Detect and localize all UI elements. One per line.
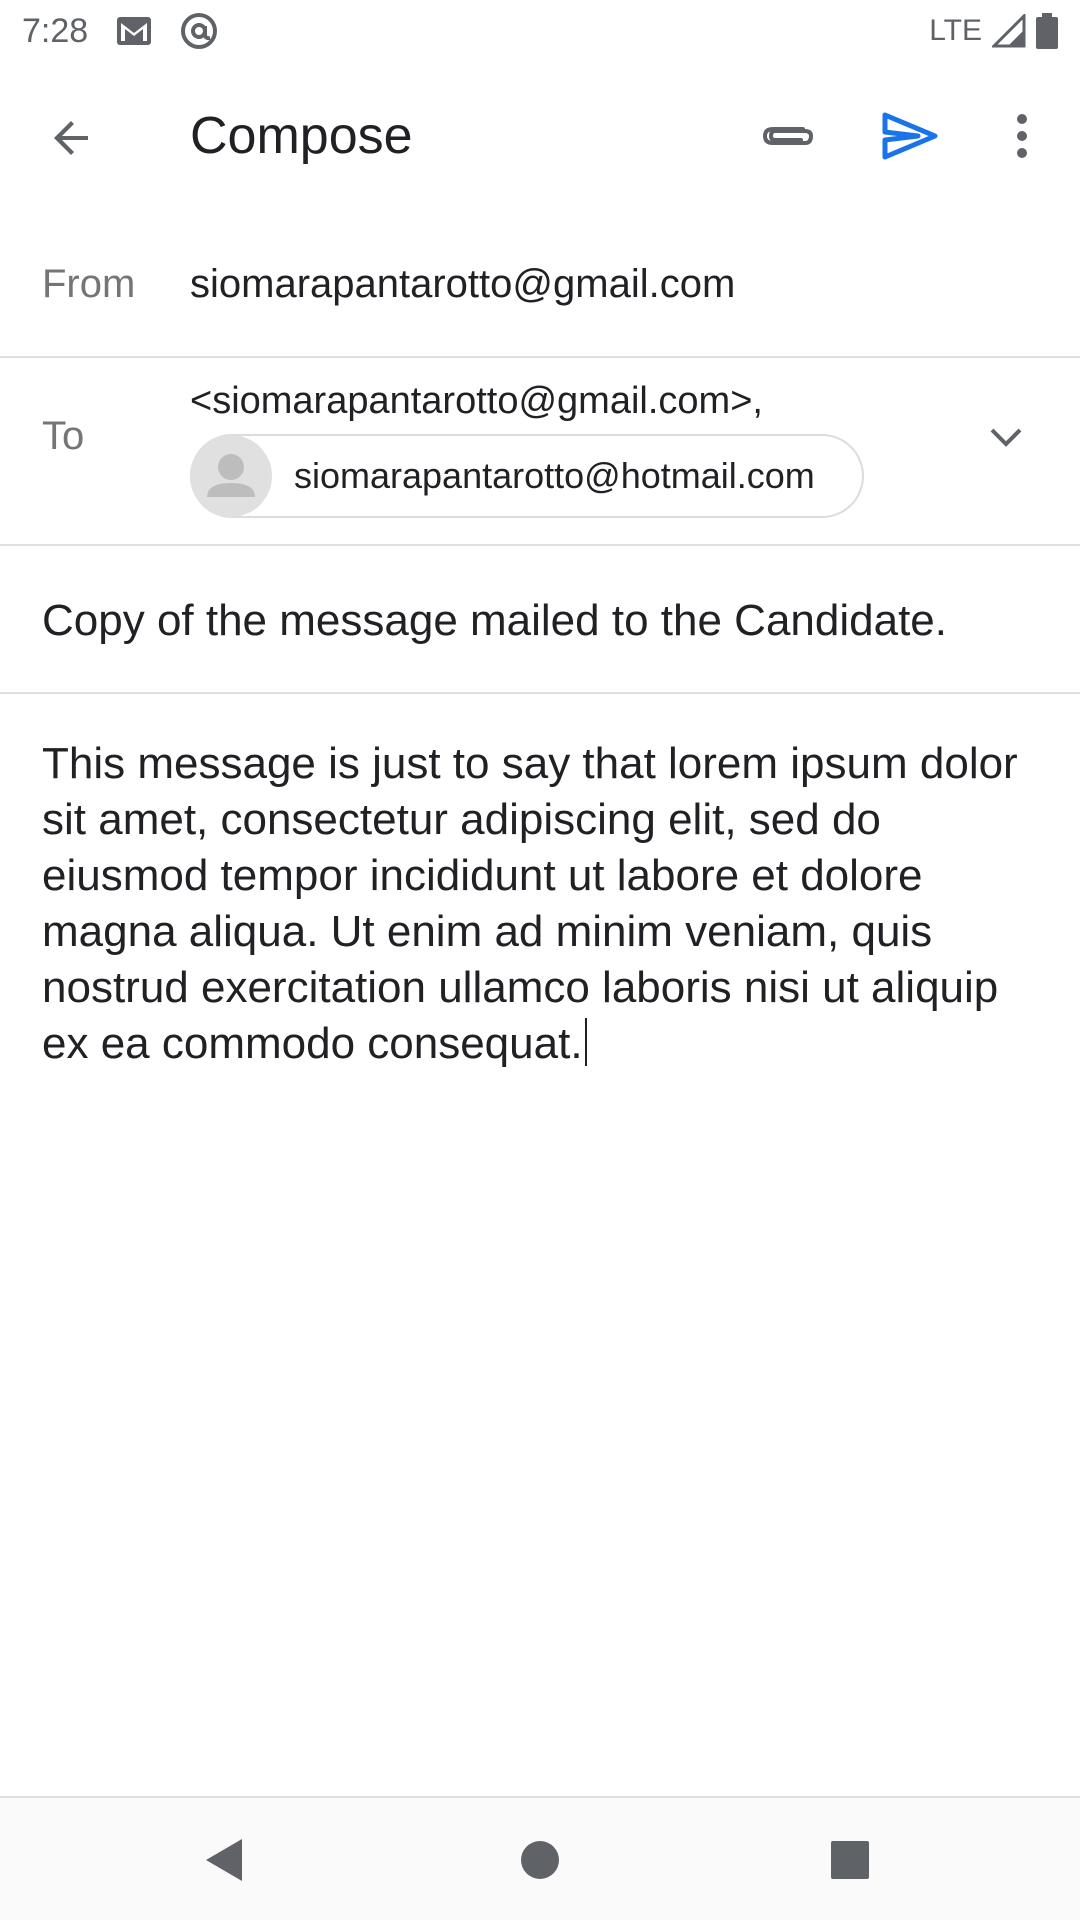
to-row[interactable]: To <siomarapantarotto@gmail.com>, siomar… — [0, 358, 1080, 546]
app-bar: Compose — [0, 62, 1080, 212]
signal-icon — [992, 14, 1026, 48]
back-arrow-icon — [54, 121, 88, 155]
chevron-down-icon — [990, 428, 1022, 447]
page-title: Compose — [190, 107, 413, 165]
expand-recipients-button[interactable] — [976, 408, 1036, 468]
body-text: This message is just to say that lorem i… — [42, 739, 1018, 1068]
from-label: From — [42, 262, 136, 306]
avatar — [190, 435, 272, 517]
send-icon — [882, 112, 938, 160]
network-label: LTE — [929, 14, 982, 47]
status-time: 7:28 — [22, 11, 89, 50]
person-icon — [207, 454, 255, 497]
nav-home-icon — [521, 1841, 559, 1879]
send-button[interactable] — [874, 100, 946, 172]
back-button[interactable] — [36, 102, 108, 174]
gmail-icon — [116, 16, 152, 46]
to-recipient-text[interactable]: <siomarapantarotto@gmail.com>, — [190, 380, 763, 423]
subject-row[interactable]: Copy of the message mailed to the Candid… — [0, 546, 1080, 694]
status-left: 7:28 — [22, 12, 218, 51]
more-options-button[interactable] — [986, 100, 1058, 172]
navigation-bar — [0, 1796, 1080, 1920]
text-cursor — [584, 1018, 587, 1066]
nav-back-button[interactable] — [190, 1826, 258, 1894]
nav-home-button[interactable] — [506, 1826, 574, 1894]
recipient-chip[interactable]: siomarapantarotto@hotmail.com — [190, 434, 864, 518]
nav-recents-button[interactable] — [816, 1826, 884, 1894]
body-field[interactable]: This message is just to say that lorem i… — [42, 736, 1052, 1072]
to-label: To — [42, 414, 85, 458]
more-vert-icon — [1017, 114, 1027, 158]
status-right: LTE — [929, 13, 1058, 49]
status-bar: 7:28 LTE — [0, 0, 1080, 62]
from-value[interactable]: siomarapantarotto@gmail.com — [190, 262, 735, 307]
nav-recents-icon — [831, 1841, 869, 1879]
at-sign-icon — [180, 12, 218, 50]
paperclip-icon — [762, 127, 814, 145]
recipient-chip-label: siomarapantarotto@hotmail.com — [294, 455, 815, 496]
subject-field[interactable]: Copy of the message mailed to the Candid… — [42, 596, 947, 646]
attach-button[interactable] — [752, 100, 824, 172]
nav-back-icon — [206, 1839, 242, 1881]
from-row[interactable]: From siomarapantarotto@gmail.com — [0, 212, 1080, 358]
battery-icon — [1036, 13, 1058, 49]
